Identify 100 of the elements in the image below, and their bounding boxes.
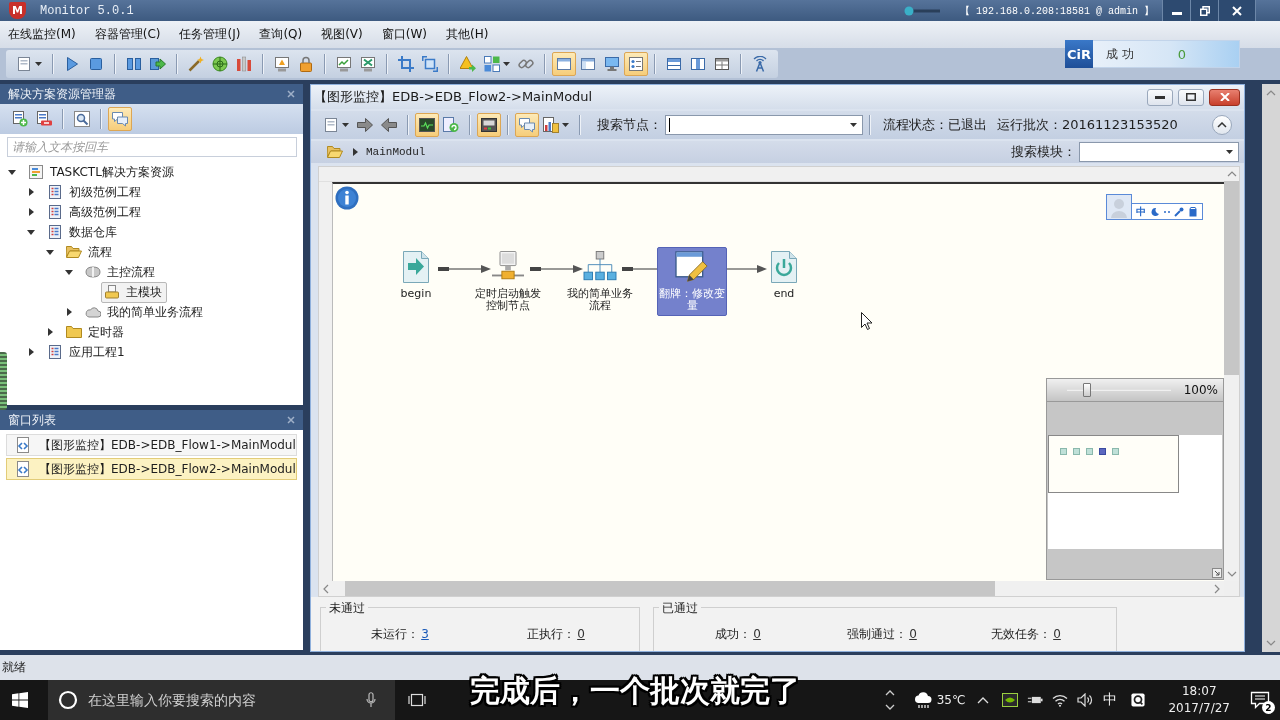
tree-item[interactable]: 主控流程 xyxy=(82,261,160,283)
count-link[interactable]: 0 xyxy=(575,627,587,641)
close-button[interactable] xyxy=(1209,88,1240,106)
windows-logo-icon xyxy=(12,692,28,708)
edit-window-icon xyxy=(675,251,709,283)
module-icon xyxy=(104,284,120,300)
caret-right-icon[interactable] xyxy=(65,308,73,316)
run-batch: 运行批次：20161123153520 xyxy=(997,116,1178,134)
tree-item[interactable]: TASKCTL解决方案资源 xyxy=(25,161,179,183)
avatar-icon[interactable] xyxy=(1106,194,1132,220)
search-node-field[interactable] xyxy=(665,115,863,135)
collapse-button[interactable] xyxy=(1212,115,1232,135)
notification-button[interactable]: 2 xyxy=(1240,680,1280,720)
window-list-item[interactable]: 【图形监控】EDB->EDB_Flow2->MainModul xyxy=(6,458,297,480)
viewport-frame[interactable] xyxy=(1048,435,1179,493)
wifi-icon[interactable] xyxy=(1052,693,1069,707)
menu-item[interactable]: 窗口(W) xyxy=(379,24,429,45)
dots-icon[interactable] xyxy=(1164,210,1170,213)
play-icon xyxy=(64,56,80,72)
clock-date[interactable]: 2017/7/27 xyxy=(1168,700,1230,717)
caret-down-icon[interactable] xyxy=(8,168,16,176)
clock-time[interactable]: 18:07 xyxy=(1181,683,1217,700)
window-list-item[interactable]: 【图形监控】EDB->EDB_Flow1->MainModul xyxy=(6,434,297,456)
flow-node[interactable]: 定时启动触发控制节点 xyxy=(473,247,543,316)
flow-node[interactable]: 翻牌：修改变量 xyxy=(657,247,727,316)
ime-mode[interactable]: 中 xyxy=(1136,204,1146,219)
chevron-left-icon[interactable] xyxy=(323,583,329,594)
table-icon xyxy=(714,56,730,72)
menu-item[interactable]: 任务管理(J) xyxy=(177,24,243,45)
clipboard-icon[interactable] xyxy=(1188,206,1198,217)
wrench-icon[interactable] xyxy=(1174,206,1184,217)
caret-down-icon[interactable] xyxy=(46,248,54,256)
flow-node[interactable]: 我的简单业务流程 xyxy=(565,247,635,316)
network-icon xyxy=(583,251,617,283)
scrollbar-thumb[interactable] xyxy=(1224,181,1239,375)
dropdown-caret-icon[interactable] xyxy=(1226,150,1233,154)
export-icon xyxy=(150,56,166,72)
speaker-icon[interactable] xyxy=(1077,693,1094,707)
stat-label: 强制通过： xyxy=(847,626,908,643)
menu-item[interactable]: 容器管理(C) xyxy=(92,24,163,45)
input-mode-indicator[interactable]: 中 xyxy=(1103,691,1118,709)
close-icon[interactable] xyxy=(287,90,295,98)
count-link[interactable]: 0 xyxy=(1051,627,1063,641)
tree-item[interactable]: 应用工程1 xyxy=(44,341,130,363)
crop-icon xyxy=(398,56,414,72)
caret-right-icon[interactable] xyxy=(27,208,35,216)
breadcrumb-item[interactable]: MainModul xyxy=(358,146,426,158)
side-handle[interactable] xyxy=(0,352,7,410)
moon-icon[interactable] xyxy=(1150,206,1160,217)
restore-button[interactable] xyxy=(1178,88,1204,106)
tree-item[interactable]: 主模块 xyxy=(101,281,167,303)
columns-icon xyxy=(690,56,706,72)
info-icon[interactable] xyxy=(335,186,359,210)
tree-item[interactable]: 流程 xyxy=(63,241,117,263)
tree-item[interactable]: 定时器 xyxy=(63,321,129,343)
open-folder-icon xyxy=(327,144,343,160)
search-field[interactable]: 请输入文本按回车 xyxy=(7,137,297,157)
caret-right-icon[interactable] xyxy=(27,348,35,356)
caret-right-icon[interactable] xyxy=(46,328,54,336)
chevron-up-icon[interactable] xyxy=(884,690,895,696)
menu-item[interactable]: 其他(H) xyxy=(444,24,491,45)
toolbar-button[interactable] xyxy=(477,113,501,137)
chevron-right-icon[interactable] xyxy=(1214,583,1220,594)
tree-item[interactable]: 高级范例工程 xyxy=(44,201,146,223)
menu-item[interactable]: 视图(V) xyxy=(319,24,365,45)
cloud-icon xyxy=(85,304,101,320)
tree-item[interactable]: 数据仓库 xyxy=(44,221,122,243)
microphone-icon[interactable] xyxy=(366,692,376,708)
caret-right-icon[interactable] xyxy=(27,188,35,196)
count-link[interactable]: 0 xyxy=(751,627,763,641)
flow-node[interactable]: begin xyxy=(381,247,451,316)
menu-item[interactable]: 在线监控(M) xyxy=(6,24,78,45)
cortana-ring-icon[interactable] xyxy=(58,690,78,710)
dropdown-caret-icon[interactable] xyxy=(850,123,857,127)
tray-app-icon[interactable] xyxy=(1130,693,1147,707)
tree-item[interactable]: 我的简单业务流程 xyxy=(82,301,208,323)
tray-app-icon[interactable] xyxy=(1002,693,1019,707)
slider-thumb[interactable] xyxy=(1083,383,1092,397)
search-field[interactable]: 在这里输入你要搜索的内容 xyxy=(48,680,395,720)
resize-grip-icon[interactable] xyxy=(1212,568,1222,578)
chevron-down-icon[interactable] xyxy=(884,704,895,710)
caret-down-icon[interactable] xyxy=(65,268,73,276)
minimize-button[interactable] xyxy=(1147,88,1173,106)
menu-item[interactable]: 查询(Q) xyxy=(257,24,305,45)
toolbar-button[interactable] xyxy=(415,113,439,137)
folder-icon xyxy=(66,324,82,340)
count-link[interactable]: 3 xyxy=(419,627,431,641)
flow-node[interactable]: end xyxy=(749,247,819,316)
weather-cloud-icon[interactable] xyxy=(912,691,933,709)
weather-temperature[interactable]: 35℃ xyxy=(936,693,966,707)
counter-label: 成 功 xyxy=(1106,45,1134,63)
cross-screen-icon xyxy=(360,56,376,72)
close-icon[interactable] xyxy=(287,416,295,424)
caret-down-icon[interactable] xyxy=(27,228,35,236)
search-module-field[interactable] xyxy=(1079,142,1239,162)
stat-label: 成功： xyxy=(715,626,752,643)
count-link[interactable]: 0 xyxy=(907,627,919,641)
tree-item[interactable]: 初级范例工程 xyxy=(44,181,146,203)
stat-label: 无效任务： xyxy=(991,626,1052,643)
scrollbar-thumb[interactable] xyxy=(345,581,995,596)
